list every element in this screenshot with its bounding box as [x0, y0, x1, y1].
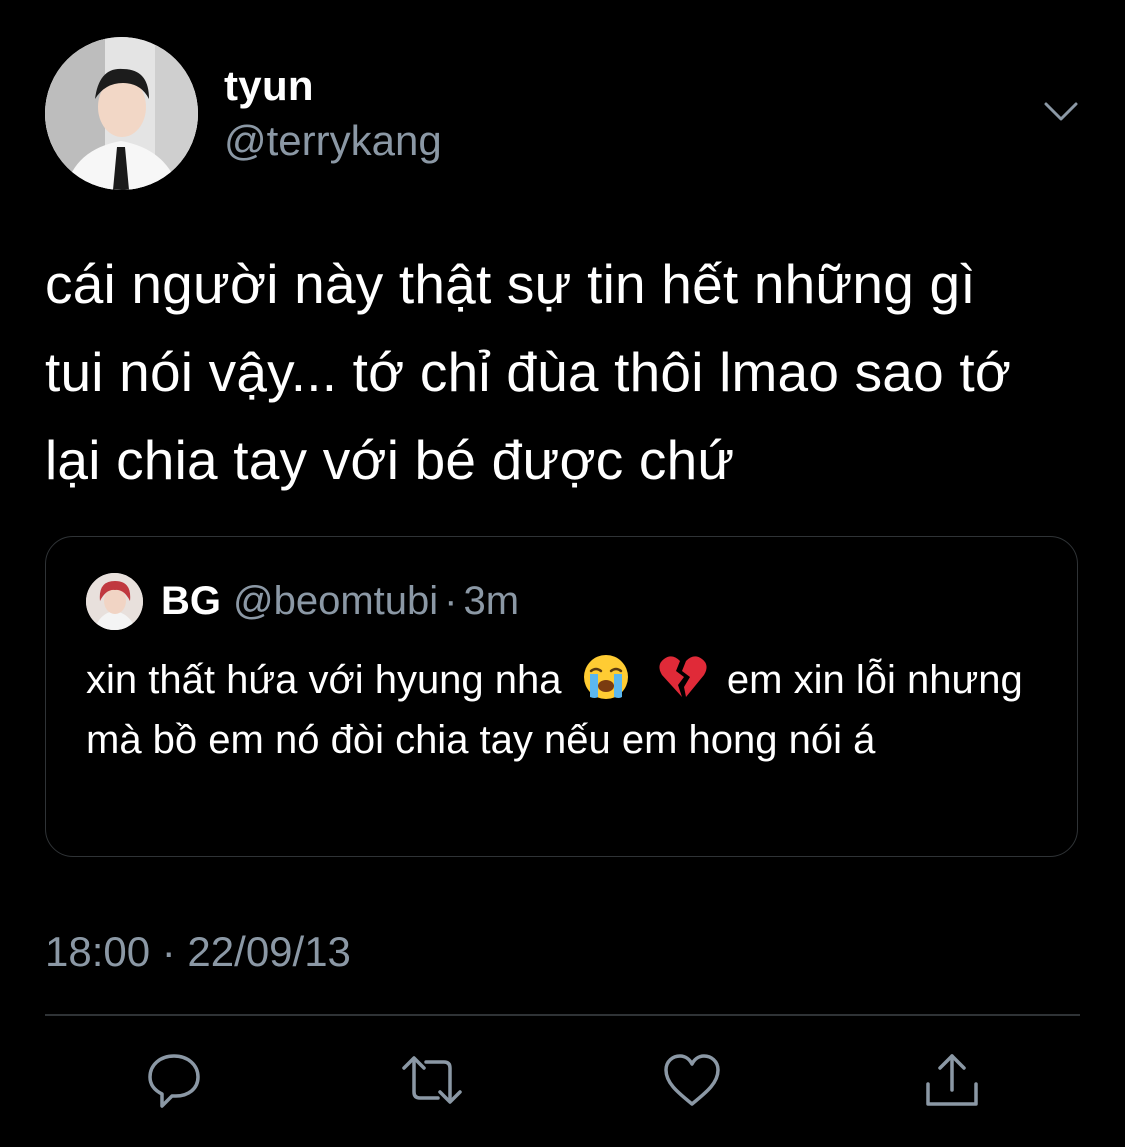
author-photo: [45, 37, 198, 190]
share-icon: [926, 1054, 978, 1106]
retweet-icon: [402, 1056, 462, 1104]
more-options-button[interactable]: [1036, 92, 1086, 132]
chevron-down-icon: [1044, 102, 1078, 121]
tweet-text: cái người này thật sự tin hết những gì t…: [45, 253, 1012, 491]
author-name[interactable]: tyun: [224, 62, 314, 110]
quote-author-name: BG: [161, 579, 221, 623]
quote-separator: ·: [444, 579, 458, 623]
author-handle[interactable]: @terrykang: [224, 117, 442, 165]
tweet-timestamp[interactable]: 18:00 · 22/09/13: [45, 928, 351, 976]
speech-bubble-icon: [148, 1054, 200, 1108]
quoted-tweet-card[interactable]: BG @beomtubi · 3m xin thất hứa với hyung nh…: [45, 536, 1078, 857]
crying-face-icon: [583, 655, 628, 699]
like-button[interactable]: [660, 1048, 724, 1112]
quote-header: BG @beomtubi · 3m: [161, 579, 519, 624]
share-button[interactable]: [920, 1048, 984, 1112]
reply-button[interactable]: [142, 1048, 206, 1112]
quote-text: xin thất hứa với hyung nha em xin lỗi nh…: [86, 650, 1046, 770]
quote-author-avatar: [86, 573, 143, 630]
quote-author-handle: @beomtubi: [233, 579, 439, 623]
divider: [45, 1014, 1080, 1016]
quote-time: 3m: [463, 579, 520, 623]
broken-heart-icon: [659, 656, 707, 697]
author-avatar[interactable]: [45, 37, 198, 190]
quote-text-part1: xin thất hứa với hyung nha: [86, 658, 562, 702]
heart-icon: [664, 1054, 720, 1106]
quote-author-photo: [86, 573, 143, 630]
retweet-button[interactable]: [400, 1048, 464, 1112]
